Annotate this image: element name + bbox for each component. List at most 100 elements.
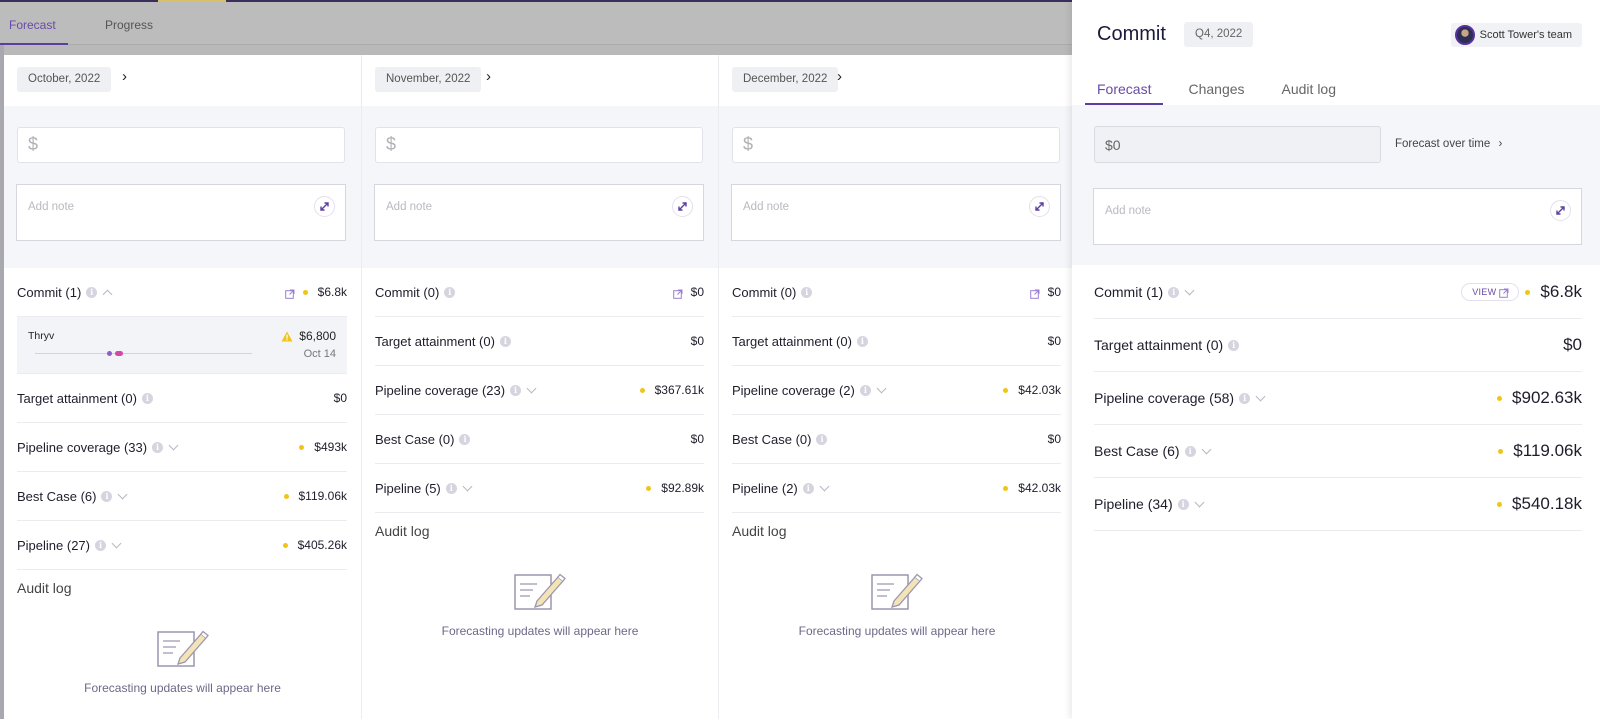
panel-row-commit[interactable]: Commit (1) i VIEW $6.8k [1094, 266, 1582, 319]
row-value: $0 [1047, 334, 1061, 348]
deal-card[interactable]: Thryv $6,800 Oct 14 [17, 317, 347, 374]
info-icon[interactable]: i [499, 335, 511, 347]
panel-row-pipeline-coverage[interactable]: Pipeline coverage (58) i $902.63k [1094, 372, 1582, 425]
row-label: Pipeline (27) [17, 537, 90, 553]
row-value: $0 [690, 432, 704, 446]
chevron-down-icon[interactable] [118, 489, 128, 499]
info-icon[interactable]: i [141, 392, 153, 404]
note-field[interactable]: Add note [731, 184, 1061, 241]
chevron-down-icon[interactable] [1194, 497, 1205, 507]
chevron-down-icon[interactable] [526, 383, 537, 393]
panel-note-field[interactable]: Add note [1093, 188, 1582, 245]
info-icon[interactable]: i [101, 490, 113, 502]
panel-amount-input[interactable]: $0 [1094, 126, 1381, 163]
panel-row-pipeline[interactable]: Pipeline (34) i $540.18k [1094, 478, 1582, 531]
forecast-over-time-link[interactable]: Forecast over time › [1395, 138, 1502, 150]
next-month-chevron-icon[interactable]: › [837, 68, 842, 85]
chevron-down-icon[interactable] [1255, 391, 1266, 401]
summary-row-pipeline-coverage[interactable]: Pipeline coverage (33) i $493k [17, 423, 347, 472]
panel-row-best-case[interactable]: Best Case (6) i $119.06k [1094, 425, 1582, 478]
info-icon[interactable]: i [95, 539, 106, 551]
month-inputs: $ Add note [719, 106, 1075, 268]
quarter-chip[interactable]: Q4, 2022 [1184, 22, 1254, 47]
row-label: Pipeline coverage (2) [732, 382, 855, 398]
row-value: $493k [314, 440, 347, 454]
view-button[interactable]: VIEW [1461, 283, 1520, 301]
expand-icon[interactable] [672, 196, 693, 217]
info-icon[interactable]: i [816, 433, 828, 445]
month-selector[interactable]: December, 2022 [732, 67, 839, 92]
deal-date: Oct 14 [303, 348, 336, 360]
chevron-up-icon[interactable] [102, 289, 113, 299]
summary-row-pipeline[interactable]: Pipeline (5) i $92.89k [375, 464, 704, 513]
info-icon[interactable]: i [1168, 286, 1180, 298]
forecast-amount-input[interactable]: $ [17, 127, 345, 163]
row-label: Best Case (6) [17, 488, 97, 504]
info-icon[interactable]: i [1239, 392, 1251, 404]
info-icon[interactable]: i [859, 384, 871, 396]
expand-icon[interactable] [1550, 200, 1571, 221]
info-icon[interactable]: i [856, 335, 868, 347]
deal-amount-wrap: $6,800 [281, 329, 336, 343]
summary-row-commit: Commit (0) i $0 [732, 268, 1061, 317]
summary-row-pipeline[interactable]: Pipeline (2) i $42.03k [732, 464, 1061, 513]
panel-tab-changes[interactable]: Changes [1176, 70, 1256, 105]
team-selector[interactable]: Scott Tower's team [1450, 23, 1582, 47]
row-label: Commit (0) [375, 284, 440, 300]
chevron-down-icon[interactable] [819, 481, 830, 491]
summary-row-commit[interactable]: Commit (1) i $6.8k [17, 268, 347, 317]
chevron-down-icon[interactable] [1184, 285, 1195, 295]
chevron-down-icon[interactable] [1201, 444, 1212, 454]
month-selector[interactable]: November, 2022 [375, 67, 482, 92]
forecast-amount-input[interactable]: $ [375, 127, 703, 163]
chevron-down-icon[interactable] [876, 383, 887, 393]
panel-tab-forecast[interactable]: Forecast [1085, 70, 1164, 105]
month-inputs: $ Add note [362, 106, 718, 268]
timeline-dot [107, 351, 112, 356]
next-month-chevron-icon[interactable]: › [122, 68, 127, 85]
note-pencil-icon [156, 630, 209, 667]
info-icon[interactable]: i [459, 433, 471, 445]
chevron-down-icon[interactable] [111, 538, 122, 548]
info-icon[interactable]: i [1184, 445, 1196, 457]
note-pencil-icon [514, 573, 566, 610]
info-icon[interactable]: i [86, 286, 98, 298]
summary-row-best-case[interactable]: Best Case (6) i $119.06k [17, 472, 347, 521]
month-selector[interactable]: October, 2022 [17, 67, 112, 92]
status-dot [299, 444, 305, 450]
row-value: $367.61k [654, 383, 704, 397]
status-dot [646, 485, 652, 491]
note-field[interactable]: Add note [374, 184, 704, 241]
forecast-amount-input[interactable]: $ [732, 127, 1060, 163]
chevron-down-icon[interactable] [462, 481, 473, 491]
external-link-icon[interactable] [672, 287, 683, 299]
info-icon[interactable]: i [510, 384, 522, 396]
info-icon[interactable]: i [444, 286, 456, 298]
expand-icon[interactable] [1029, 196, 1050, 217]
info-icon[interactable]: i [1228, 339, 1240, 351]
summary-row-pipeline-coverage[interactable]: Pipeline coverage (2) i $42.03k [732, 366, 1061, 415]
next-month-chevron-icon[interactable]: › [486, 68, 491, 85]
row-label: Commit (0) [732, 284, 797, 300]
chevron-down-icon[interactable] [168, 440, 179, 450]
expand-icon[interactable] [314, 196, 335, 217]
summary-row-pipeline-coverage[interactable]: Pipeline coverage (23) i $367.61k [375, 366, 704, 415]
empty-state-text: Forecasting updates will appear here [798, 624, 996, 638]
audit-log-empty-state: Forecasting updates will appear here [362, 569, 718, 638]
tab-progress[interactable]: Progress [105, 18, 153, 32]
tab-forecast[interactable]: Forecast [9, 18, 56, 32]
external-link-icon[interactable] [1029, 287, 1040, 299]
commit-side-panel: Commit Q4, 2022 Scott Tower's team Forec… [1072, 0, 1600, 719]
external-link-icon[interactable] [284, 287, 295, 299]
panel-summary-rows: Commit (1) i VIEW $6.8k Target attainmen… [1094, 266, 1582, 531]
panel-tab-audit-log[interactable]: Audit log [1270, 70, 1348, 105]
audit-log-heading: Audit log [732, 523, 787, 539]
row-label: Pipeline (34) [1094, 496, 1173, 512]
note-field[interactable]: Add note [16, 184, 346, 241]
info-icon[interactable]: i [1177, 498, 1189, 510]
info-icon[interactable]: i [801, 286, 813, 298]
summary-row-pipeline[interactable]: Pipeline (27) i $405.26k [17, 521, 347, 570]
info-icon[interactable]: i [802, 482, 814, 494]
info-icon[interactable]: i [445, 482, 457, 494]
info-icon[interactable]: i [152, 441, 164, 453]
